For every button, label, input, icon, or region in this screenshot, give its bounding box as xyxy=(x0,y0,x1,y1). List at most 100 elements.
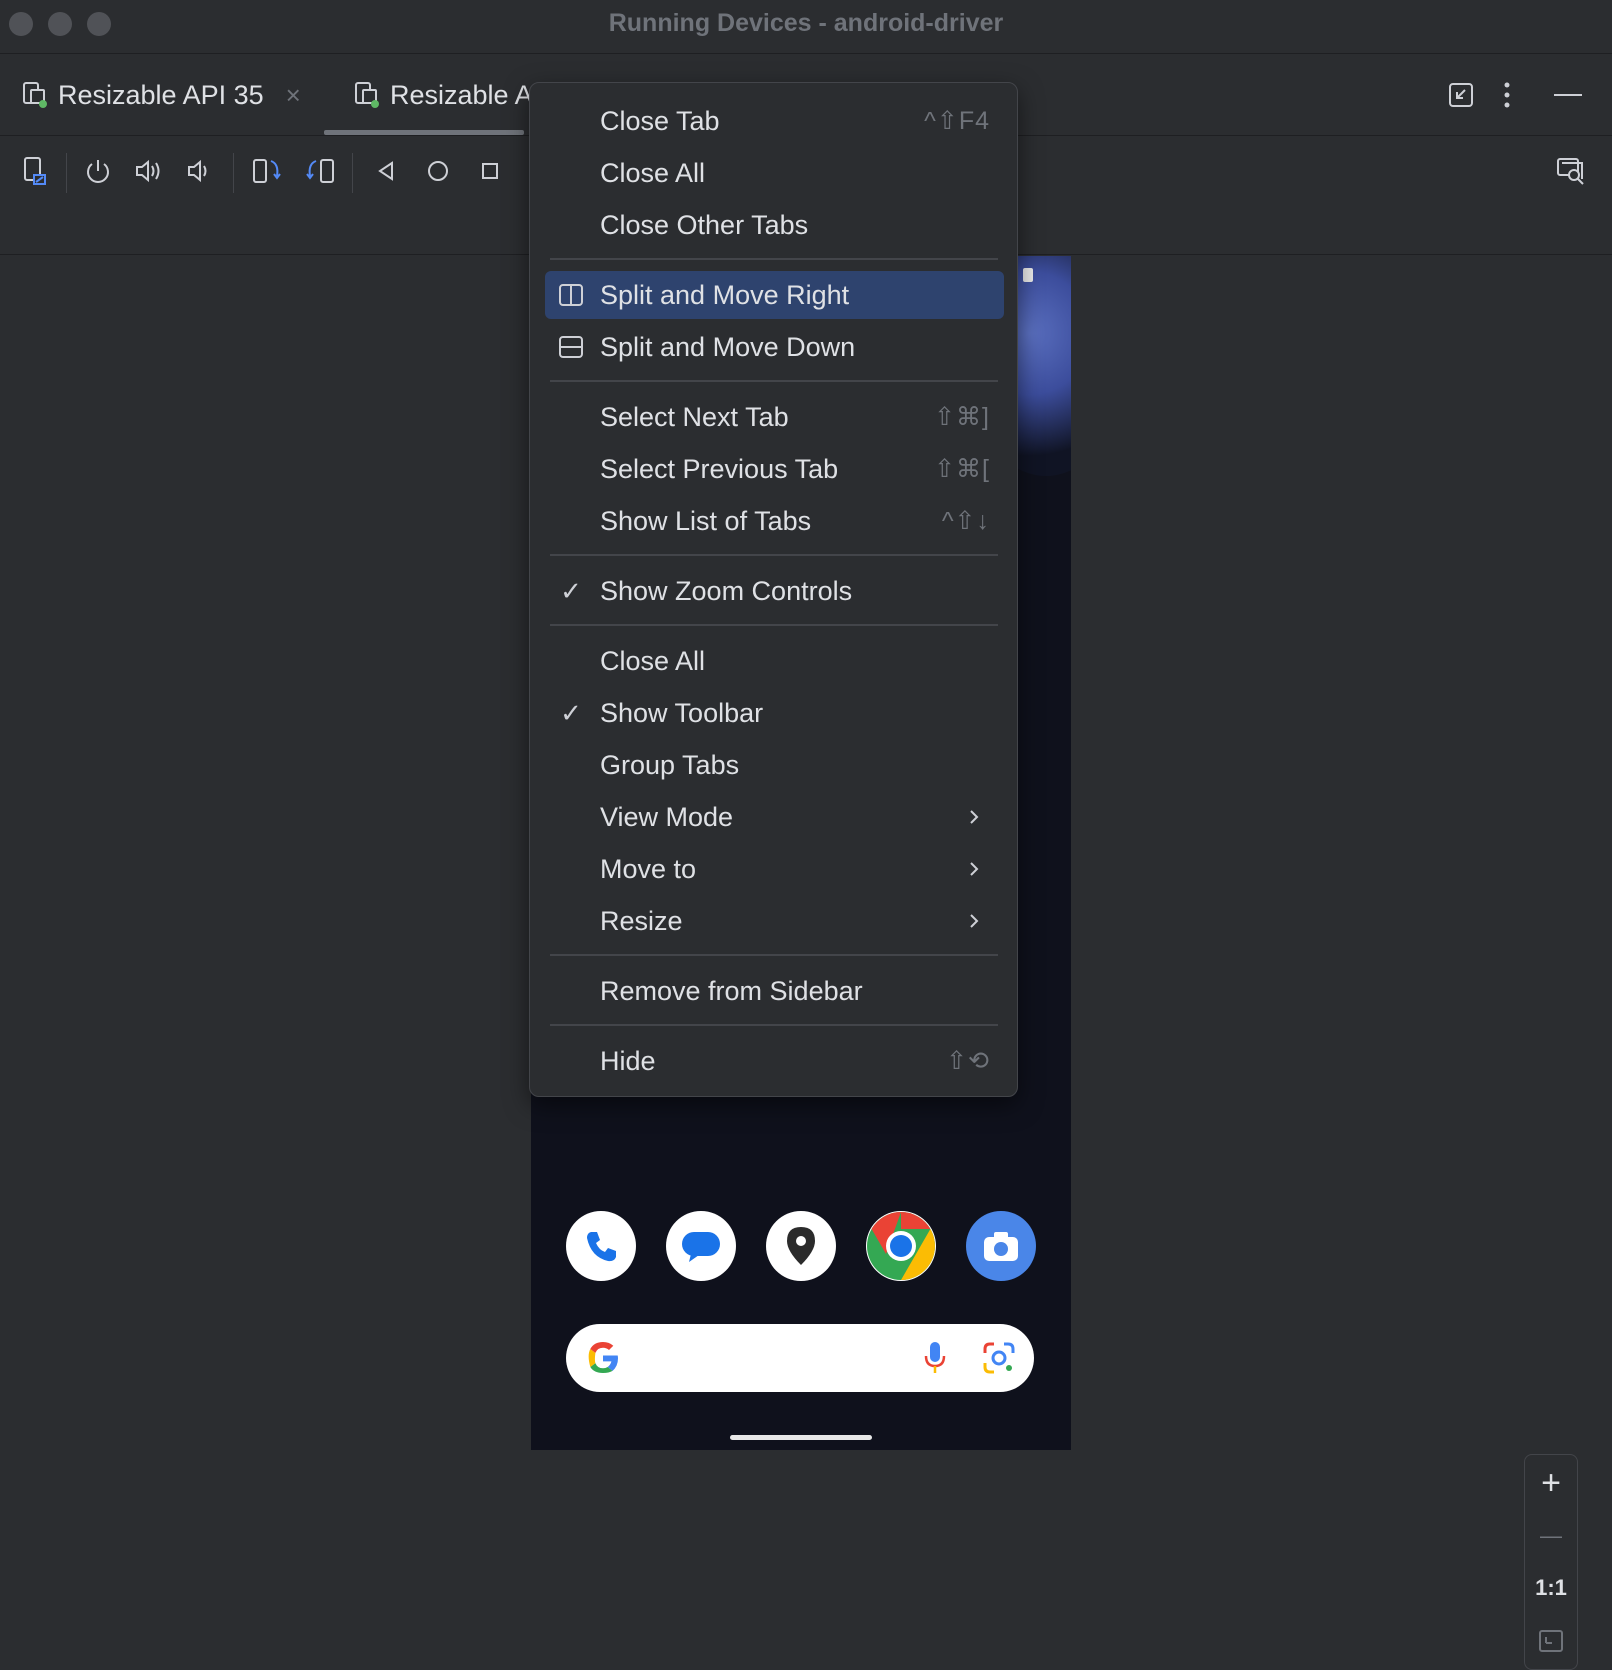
menu-item-label: Show Toolbar xyxy=(600,697,764,728)
restore-layout-button[interactable] xyxy=(1448,54,1474,136)
volume-down-button[interactable] xyxy=(179,151,219,191)
menu-item-split-and-move-down[interactable]: Split and Move Down xyxy=(545,323,1004,371)
menu-separator xyxy=(550,1024,998,1026)
checkmark-icon: ✓ xyxy=(560,575,582,606)
menu-item-shortcut: ⇧⌘] xyxy=(934,403,990,431)
split-vertical-icon xyxy=(557,281,585,309)
minimize-panel-button[interactable] xyxy=(1554,54,1582,136)
menu-item-select-previous-tab[interactable]: Select Previous Tab ⇧⌘[ xyxy=(545,445,1004,493)
gesture-nav-handle[interactable] xyxy=(730,1435,872,1440)
zoom-fit-button[interactable] xyxy=(1525,1615,1577,1667)
rotate-right-button[interactable] xyxy=(300,151,340,191)
menu-item-show-toolbar[interactable]: ✓ Show Toolbar xyxy=(545,689,1004,737)
device-mirror-button[interactable] xyxy=(16,151,56,191)
menu-item-label: Close All xyxy=(600,157,706,188)
menu-item-move-to[interactable]: Move to xyxy=(545,845,1004,893)
menu-separator xyxy=(550,380,998,382)
layout-inspector-icon xyxy=(1557,158,1584,185)
menu-item-close-tab[interactable]: Close Tab ^⇧F4 xyxy=(545,97,1004,145)
menu-item-split-and-move-right[interactable]: Split and Move Right xyxy=(545,271,1004,319)
rotate-right-icon xyxy=(306,159,334,183)
tab-context-menu: Close Tab ^⇧F4 Close All Close Other Tab… xyxy=(529,82,1018,1097)
home-icon xyxy=(428,161,448,181)
google-logo-icon xyxy=(588,1342,618,1373)
volume-up-icon xyxy=(136,159,160,183)
google-lens-icon[interactable] xyxy=(982,1341,1016,1375)
menu-separator xyxy=(550,954,998,956)
zoom-actual-size-button[interactable]: 1:1 xyxy=(1525,1562,1577,1614)
menu-item-label: Show List of Tabs xyxy=(600,505,812,536)
overview-button[interactable] xyxy=(470,151,510,191)
zoom-controls: + — 1:1 xyxy=(1524,1454,1578,1670)
menu-item-label: Close Tab xyxy=(600,105,720,136)
title-bar: Running Devices - android-driver xyxy=(0,0,1612,54)
rotate-left-button[interactable] xyxy=(247,151,287,191)
volume-up-button[interactable] xyxy=(129,151,169,191)
menu-item-close-all-2[interactable]: Close All xyxy=(545,637,1004,685)
volume-down-icon xyxy=(188,159,207,183)
power-button[interactable] xyxy=(78,151,118,191)
zoom-out-button[interactable]: — xyxy=(1525,1510,1577,1562)
messages-app-icon[interactable] xyxy=(666,1211,736,1281)
active-tab-indicator xyxy=(324,130,524,135)
menu-item-shortcut: ^⇧F4 xyxy=(924,107,990,135)
chrome-app-icon[interactable] xyxy=(866,1211,936,1281)
menu-item-label: Remove from Sidebar xyxy=(600,975,863,1006)
fit-screen-icon xyxy=(1539,1630,1563,1652)
menu-item-view-mode[interactable]: View Mode xyxy=(545,793,1004,841)
menu-item-resize[interactable]: Resize xyxy=(545,897,1004,945)
menu-item-group-tabs[interactable]: Group Tabs xyxy=(545,741,1004,789)
tab-resizable-api-35[interactable]: Resizable API 35 × xyxy=(22,54,301,136)
ide-window: Running Devices - android-driver Resizab… xyxy=(0,0,1612,1670)
home-button[interactable] xyxy=(418,151,458,191)
menu-item-label: Resize xyxy=(600,905,683,936)
tab-resizable-a[interactable]: Resizable A xyxy=(354,54,533,136)
menu-item-shortcut: ⇧⌘[ xyxy=(934,455,990,483)
layout-inspector-button[interactable] xyxy=(1551,151,1591,191)
rotate-left-icon xyxy=(253,159,281,183)
window-title: Running Devices - android-driver xyxy=(608,9,1004,37)
toolbar-separator xyxy=(66,153,67,193)
split-horizontal-icon xyxy=(557,333,585,361)
toolbar-separator xyxy=(352,153,353,193)
menu-separator xyxy=(550,258,998,260)
tab-label: Resizable API 35 xyxy=(58,79,264,110)
menu-item-show-zoom-controls[interactable]: ✓ Show Zoom Controls xyxy=(545,567,1004,615)
zoom-in-button[interactable]: + xyxy=(1525,1457,1577,1509)
more-options-button[interactable] xyxy=(1502,54,1512,136)
menu-item-label: Close Other Tabs xyxy=(600,209,809,240)
tab-close-button[interactable]: × xyxy=(286,80,301,111)
menu-item-label: Split and Move Right xyxy=(600,279,850,310)
menu-item-show-list-of-tabs[interactable]: Show List of Tabs ^⇧↓ xyxy=(545,497,1004,545)
menu-item-label: Group Tabs xyxy=(600,749,740,780)
menu-item-close-all[interactable]: Close All xyxy=(545,149,1004,197)
menu-item-remove-from-sidebar[interactable]: Remove from Sidebar xyxy=(545,967,1004,1015)
menu-item-label: Select Next Tab xyxy=(600,401,789,432)
chevron-right-icon xyxy=(962,805,986,829)
menu-item-close-other-tabs[interactable]: Close Other Tabs xyxy=(545,201,1004,249)
device-mirror-icon xyxy=(24,157,46,185)
menu-separator xyxy=(550,624,998,626)
checkmark-icon: ✓ xyxy=(560,697,582,728)
device-icon xyxy=(355,82,379,108)
back-icon xyxy=(378,161,393,181)
google-search-bar[interactable] xyxy=(566,1324,1034,1392)
back-button[interactable] xyxy=(366,151,406,191)
overview-icon xyxy=(482,163,498,179)
menu-item-label: Move to xyxy=(600,853,697,884)
camera-app-icon[interactable] xyxy=(966,1211,1036,1281)
power-icon xyxy=(87,160,109,183)
microphone-icon[interactable] xyxy=(922,1340,948,1376)
battery-icon xyxy=(1023,268,1033,282)
menu-item-label: Show Zoom Controls xyxy=(600,575,853,606)
menu-item-label: View Mode xyxy=(600,801,734,832)
maps-app-icon[interactable] xyxy=(766,1211,836,1281)
tab-label: Resizable A xyxy=(390,79,533,110)
chevron-right-icon xyxy=(962,857,986,881)
phone-app-icon[interactable] xyxy=(566,1211,636,1281)
menu-item-hide[interactable]: Hide ⇧⟲ xyxy=(545,1037,1004,1085)
chevron-right-icon xyxy=(962,909,986,933)
menu-item-select-next-tab[interactable]: Select Next Tab ⇧⌘] xyxy=(545,393,1004,441)
kebab-menu-icon xyxy=(1504,82,1510,108)
menu-item-label: Hide xyxy=(600,1045,656,1076)
